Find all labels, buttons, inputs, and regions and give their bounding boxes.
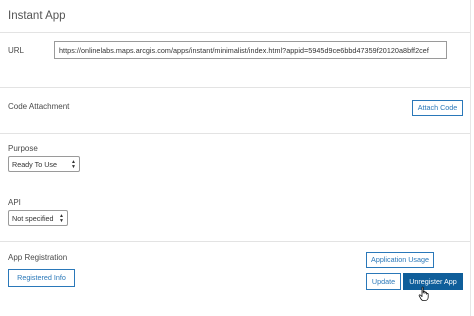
app-registration-label: App Registration [8, 253, 68, 262]
api-select[interactable]: Not specified ▲ ▼ [8, 210, 68, 226]
purpose-label: Purpose [8, 144, 38, 153]
updown-arrow-icon: ▲ ▼ [71, 159, 76, 170]
attach-code-button[interactable]: Attach Code [412, 100, 463, 116]
api-label: API [8, 198, 21, 207]
registered-info-button[interactable]: Registered Info [8, 269, 75, 287]
hand-cursor-icon [418, 286, 429, 301]
code-attachment-label: Code Attachment [8, 102, 70, 111]
panel-title: Instant App [8, 10, 66, 22]
title-divider [0, 32, 470, 33]
url-label: URL [8, 46, 25, 55]
application-usage-button[interactable]: Application Usage [366, 252, 434, 268]
url-divider [0, 87, 470, 88]
purpose-select[interactable]: Ready To Use ▲ ▼ [8, 156, 80, 172]
updown-arrow-icon: ▲ ▼ [59, 213, 64, 224]
api-selected-value: Not specified [12, 214, 54, 223]
panel-right-border [470, 0, 471, 316]
update-button[interactable]: Update [366, 273, 401, 290]
unregister-app-button[interactable]: Unregister App [403, 273, 463, 290]
code-divider [0, 133, 470, 134]
url-field[interactable]: https://onlinelabs.maps.arcgis.com/apps/… [54, 41, 447, 59]
api-divider [0, 241, 470, 242]
purpose-selected-value: Ready To Use [12, 160, 58, 169]
